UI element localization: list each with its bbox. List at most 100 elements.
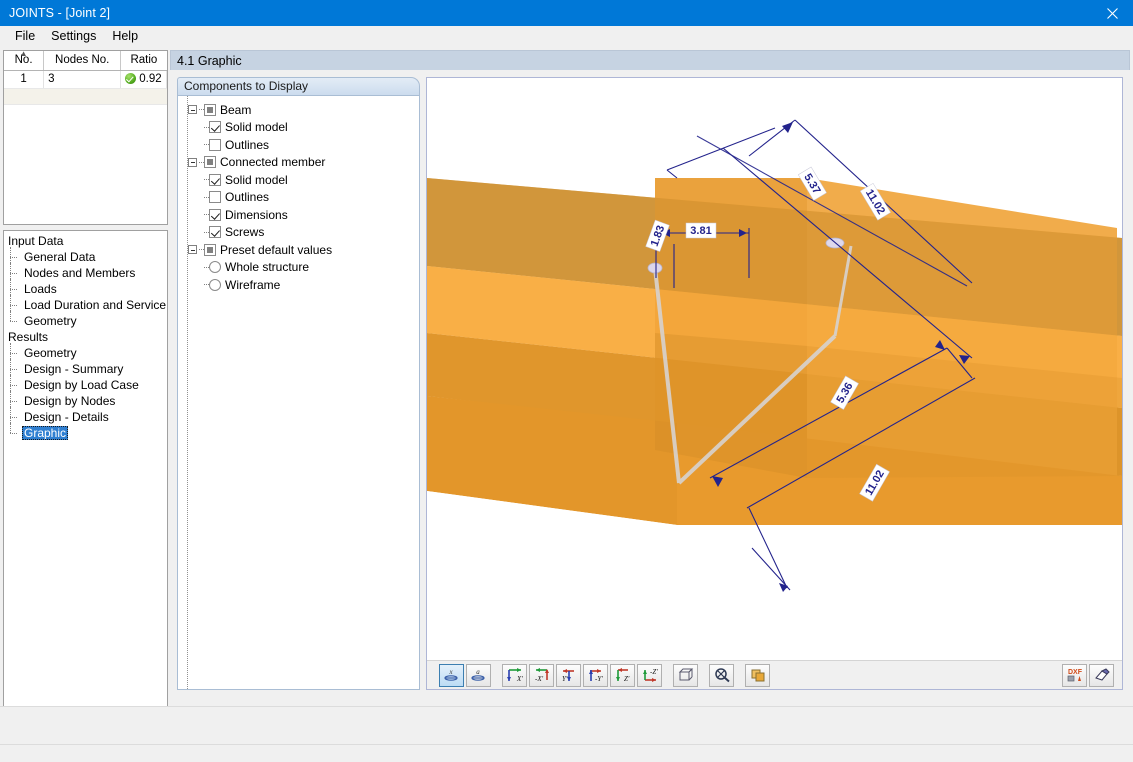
application-window: JOINTS - [Joint 2] File Settings Help ▲ … xyxy=(0,0,1133,762)
sidebar-item-label: General Data xyxy=(24,250,96,264)
components-tree: Beam Solid model Outlines Connected member S… xyxy=(177,95,420,690)
column-header-nodes-no[interactable]: Nodes No. xyxy=(43,51,122,71)
dxf-export-button[interactable]: DXF xyxy=(1062,663,1087,687)
component-group-beam-0[interactable]: Beam xyxy=(184,101,419,119)
component-radio-whole-structure-9[interactable]: Whole structure xyxy=(184,259,419,277)
column-header-ratio[interactable]: Ratio xyxy=(120,51,167,71)
svg-text:a: a xyxy=(476,668,480,676)
component-label: Outlines xyxy=(225,137,270,152)
tree-tick xyxy=(10,353,17,354)
component-checkbox-solid-model-1[interactable]: Solid model xyxy=(184,119,419,137)
3d-graphic-view[interactable]: 1.83 3.81 5.37 11.02 5.36 11.02 xyxy=(427,78,1122,661)
component-checkbox-outlines-2[interactable]: Outlines xyxy=(184,136,419,154)
sidebar-item-design-by-nodes[interactable]: Design by Nodes xyxy=(4,391,167,411)
sidebar-item-label: Load Duration and Service Clas xyxy=(24,298,167,312)
view-in-x-button[interactable]: X' xyxy=(502,663,527,687)
sidebar-item-label: Design by Nodes xyxy=(24,394,116,408)
menu-bar: File Settings Help xyxy=(0,26,1133,47)
component-label: Solid model xyxy=(225,172,288,187)
svg-text:-X': -X' xyxy=(535,675,544,683)
collapse-icon[interactable] xyxy=(188,105,197,115)
tristate-checkbox-icon[interactable] xyxy=(204,156,216,169)
results-grid: ▲ No. Nodes No. Ratio 1 3 0.92 xyxy=(3,50,168,225)
grid-empty-row xyxy=(4,88,167,105)
sidebar-item-design-by-load-case[interactable]: Design by Load Case xyxy=(4,375,167,395)
3d-model-svg: 1.83 3.81 5.37 11.02 5.36 11.02 xyxy=(427,78,1122,661)
sidebar-item-general-data[interactable]: General Data xyxy=(4,247,167,267)
svg-text:Z': Z' xyxy=(624,675,630,683)
checkbox-outlines[interactable] xyxy=(209,138,221,151)
view-in-z-button[interactable]: Z' xyxy=(610,663,635,687)
checkbox-screws[interactable] xyxy=(209,226,221,239)
svg-text:DXF: DXF xyxy=(1068,669,1083,676)
sidebar-item-design-summary[interactable]: Design - Summary xyxy=(4,359,167,379)
tree-tick xyxy=(10,433,17,434)
tree-tick xyxy=(10,401,17,402)
collapse-icon[interactable] xyxy=(188,245,197,255)
axonometric-view-button[interactable]: a xyxy=(466,663,491,687)
checkbox-solid-model[interactable] xyxy=(209,121,221,134)
table-row[interactable]: 1 3 0.92 xyxy=(4,70,167,89)
checkbox-solid-model[interactable] xyxy=(209,173,221,186)
close-icon[interactable] xyxy=(1091,0,1133,26)
tree-vline xyxy=(10,423,11,433)
component-checkbox-solid-model-4[interactable]: Solid model xyxy=(184,171,419,189)
component-checkbox-dimensions-6[interactable]: Dimensions xyxy=(184,206,419,224)
left-column: ▲ No. Nodes No. Ratio 1 3 0.92 Input Dat… xyxy=(3,50,168,747)
column-header-no[interactable]: ▲ No. xyxy=(4,50,45,71)
tristate-checkbox-icon[interactable] xyxy=(204,103,216,116)
component-group-connected-member-3[interactable]: Connected member xyxy=(184,154,419,172)
sidebar-item-label: Graphic xyxy=(22,426,69,440)
sidebar-item-label: Geometry xyxy=(24,346,77,360)
cell-ratio-value: 0.92 xyxy=(139,73,162,85)
render-mode-button[interactable] xyxy=(745,663,770,687)
radio-wireframe[interactable] xyxy=(209,278,221,291)
component-group-preset-default-values-8[interactable]: Preset default values xyxy=(184,241,419,259)
view-against-z-button[interactable]: -Z' xyxy=(637,663,662,687)
sidebar-item-loads[interactable]: Loads xyxy=(4,279,167,299)
sidebar-item-graphic[interactable]: Graphic xyxy=(4,423,167,441)
tree-tick xyxy=(10,385,17,386)
svg-text:-Z': -Z' xyxy=(650,668,658,676)
component-checkbox-screws-7[interactable]: Screws xyxy=(184,224,419,242)
menu-item-help[interactable]: Help xyxy=(104,27,146,46)
sidebar-item-label: Geometry xyxy=(24,314,77,328)
menu-item-settings[interactable]: Settings xyxy=(43,27,104,46)
sidebar-item-geometry[interactable]: Geometry xyxy=(4,343,167,363)
component-radio-wireframe-10[interactable]: Wireframe xyxy=(184,276,419,294)
status-ok-icon xyxy=(125,73,137,84)
panel-title: 4.1 Graphic xyxy=(170,50,1130,70)
component-label: Connected member xyxy=(220,155,326,170)
perspective-view-button[interactable] xyxy=(673,663,698,687)
checkbox-dimensions[interactable] xyxy=(209,208,221,221)
sidebar-item-design-details[interactable]: Design - Details xyxy=(4,407,167,427)
components-group-title: Components to Display xyxy=(177,77,420,95)
window-title: JOINTS - [Joint 2] xyxy=(9,6,111,20)
graphic-toolbar-right-group: DXF xyxy=(1062,663,1122,687)
component-checkbox-outlines-5[interactable]: Outlines xyxy=(184,189,419,207)
tristate-checkbox-icon[interactable] xyxy=(204,243,216,256)
title-bar: JOINTS - [Joint 2] xyxy=(0,0,1133,26)
view-against-x-button[interactable]: -X' xyxy=(529,663,554,687)
print-graphic-button[interactable] xyxy=(1089,663,1114,687)
component-label: Preset default values xyxy=(220,242,333,257)
sidebar-item-nodes-and-members[interactable]: Nodes and Members xyxy=(4,263,167,283)
checkbox-outlines[interactable] xyxy=(209,191,221,204)
sidebar-item-load-duration-and-service-clas[interactable]: Load Duration and Service Clas xyxy=(4,295,167,315)
menu-item-file[interactable]: File xyxy=(7,27,43,46)
collapse-icon[interactable] xyxy=(188,157,197,167)
view-against-y-button[interactable]: -Y' xyxy=(583,663,608,687)
sidebar-item-label: Loads xyxy=(24,282,57,296)
sidebar-item-geometry[interactable]: Geometry xyxy=(4,311,167,329)
graphics-frame: 1.83 3.81 5.37 11.02 5.36 11.02 x a X' -… xyxy=(426,77,1123,690)
view-in-y-button[interactable]: Y' xyxy=(556,663,581,687)
status-bar xyxy=(0,744,1133,762)
radio-whole-structure[interactable] xyxy=(209,261,221,274)
isometric-view-button[interactable]: x xyxy=(439,663,464,687)
zoom-previous-button[interactable] xyxy=(709,663,734,687)
component-label: Screws xyxy=(225,225,265,240)
results-table: ▲ No. Nodes No. Ratio 1 3 0.92 xyxy=(4,51,167,89)
svg-text:-Y': -Y' xyxy=(595,675,603,683)
components-to-display-group: Components to Display Beam Solid model Out… xyxy=(177,77,420,690)
sort-caret-icon: ▲ xyxy=(19,50,28,58)
